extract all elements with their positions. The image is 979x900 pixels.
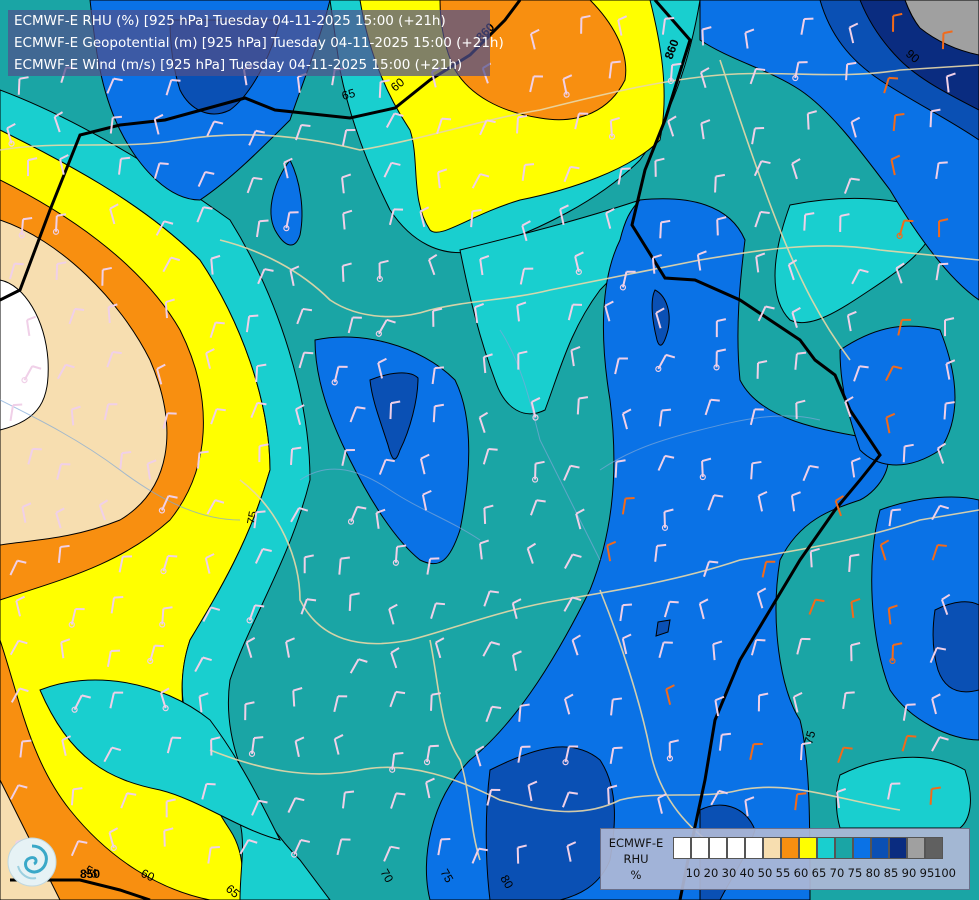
legend-tick-label: 70: [829, 866, 845, 880]
legend-title-line1: ECMWF-E: [608, 836, 664, 850]
legend-swatch: [745, 837, 763, 859]
legend-tick-label: 95: [919, 866, 935, 880]
legend-swatches: [673, 837, 943, 859]
title-line-wind: ECMWF-E Wind (m/s) [925 hPa] Tuesday 04-…: [14, 57, 463, 73]
legend-tick-label: 30: [721, 866, 737, 880]
map-title-box: ECMWF-E RHU (%) [925 hPa] Tuesday 04-11-…: [8, 10, 504, 76]
legend-swatch: [799, 837, 817, 859]
legend-swatch: [889, 837, 907, 859]
weather-map: 860 860 850 65 60 75 70 75 80 55 60 65 9…: [0, 0, 979, 900]
legend-tick-label: 85: [883, 866, 899, 880]
legend-swatch: [673, 837, 691, 859]
legend-tick-label: 75: [847, 866, 863, 880]
legend-tick-label: 50: [757, 866, 773, 880]
legend-swatch: [763, 837, 781, 859]
legend-swatch: [709, 837, 727, 859]
legend-swatch: [907, 837, 925, 859]
legend-swatch: [817, 837, 835, 859]
legend-title-line2: RHU: [623, 852, 649, 866]
legend-tick-label: 20: [703, 866, 719, 880]
legend-swatch: [781, 837, 799, 859]
legend-tick-label: 10: [685, 866, 701, 880]
legend-swatch: [853, 837, 871, 859]
legend-swatch: [727, 837, 745, 859]
legend-tick-label: 60: [793, 866, 809, 880]
legend-ticks: 10 20 30 40 50 55 60 65 70 75 80 85 90 95 100: [673, 866, 969, 882]
legend-tick-label: 40: [739, 866, 755, 880]
legend-swatch: [835, 837, 853, 859]
legend-tick-label: 55: [775, 866, 791, 880]
ecmwf-swirl-icon: [7, 837, 57, 887]
legend-tick-label: 90: [901, 866, 917, 880]
rhu-65-region-southeast: [835, 756, 971, 829]
legend-tick-label: 100: [934, 866, 956, 880]
legend-tick-label: 80: [865, 866, 881, 880]
color-legend: ECMWF-E RHU % 10 20 30 40 50 55 60 65 70 75 80 85 90…: [600, 828, 970, 890]
legend-tick-label: 65: [811, 866, 827, 880]
legend-title-line3: %: [630, 868, 642, 882]
legend-swatch: [925, 837, 943, 859]
title-line-rhu: ECMWF-E RHU (%) [925 hPa] Tuesday 04-11-…: [14, 13, 446, 29]
title-line-geopotential: ECMWF-E Geopotential (m) [925 hPa] Tuesd…: [14, 35, 504, 51]
legend-swatch: [871, 837, 889, 859]
legend-title: ECMWF-E RHU %: [605, 835, 667, 883]
legend-swatch: [691, 837, 709, 859]
